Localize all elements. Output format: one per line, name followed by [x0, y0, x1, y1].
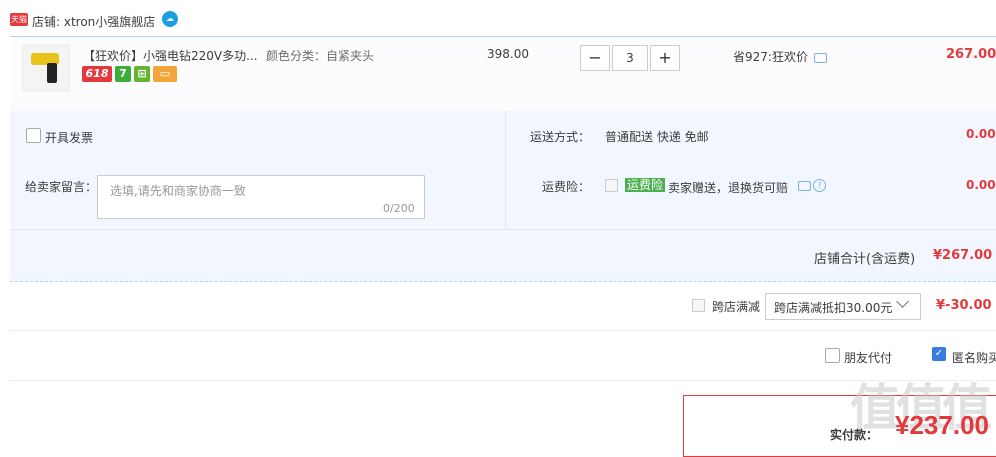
section-divider	[10, 330, 996, 331]
insurance-text: 卖家赠送，退换货可赔	[668, 181, 789, 195]
cross-store-checkbox	[692, 299, 705, 312]
qty-increase-button[interactable]: +	[650, 45, 680, 71]
shipping-method: 普通配送 快递 免邮	[605, 130, 709, 144]
seller-message-label: 给卖家留言：	[25, 180, 98, 194]
unit-price: 398.00	[487, 47, 529, 61]
item-subtotal: 267.00	[946, 47, 996, 62]
anonymous-buy-checkbox[interactable]: ✓	[932, 347, 946, 361]
cross-store-discount: ¥-30.00	[936, 298, 992, 313]
panel-divider	[505, 111, 506, 229]
insurance-fee: 0.00	[966, 178, 996, 192]
shop-total: ¥267.00	[933, 248, 993, 263]
tmall-logo: 天猫	[10, 13, 28, 26]
product-title[interactable]: 【狂欢价】小强电钻220V多功...	[83, 47, 258, 64]
cross-store-select-value: 跨店满减抵扣30.00元	[774, 301, 893, 315]
section-divider	[10, 380, 996, 381]
seller-message-placeholder: 选填,请先和商家协商一致	[110, 184, 246, 198]
promo-text: 省927:狂欢价	[733, 50, 808, 64]
badge-618-icon: 618	[82, 66, 112, 82]
badge-7day-return-icon: 7	[115, 66, 131, 82]
anonymous-buy-label[interactable]: 匿名购买	[952, 349, 996, 366]
message-char-count: 0/200	[383, 202, 415, 215]
friend-pay-checkbox[interactable]	[825, 348, 840, 363]
panel-divider-horizontal	[10, 229, 996, 230]
qty-input[interactable]: 3	[612, 45, 648, 71]
qty-decrease-button[interactable]: −	[580, 45, 610, 71]
insurance-tag: 运费险	[625, 178, 666, 192]
insurance-icons: ?	[798, 178, 826, 192]
cross-store-label: 跨店满减	[712, 300, 761, 314]
shipping-fee: 0.00	[966, 127, 996, 141]
invoice-label[interactable]: 开具发票	[45, 129, 93, 146]
insurance-checkbox	[605, 179, 618, 192]
insurance-label: 运费险：	[542, 180, 591, 194]
friend-pay-label[interactable]: 朋友代付	[844, 349, 892, 366]
payment-label: 实付款：	[830, 428, 879, 442]
payment-total: ¥237.00	[895, 410, 989, 440]
shipping-label: 运送方式：	[530, 130, 591, 144]
drill-handle-shape	[47, 63, 57, 83]
badge-card-icon: ▭	[153, 66, 177, 82]
quantity-stepper: −3 +	[580, 45, 680, 71]
promo-info: 省927:狂欢价	[733, 48, 827, 65]
insurance-help-icon[interactable]: ?	[813, 179, 826, 192]
wangwang-chat-icon[interactable]: ☁	[162, 11, 178, 27]
badge-guarantee-icon: ⊞	[134, 66, 150, 82]
shop-total-label: 店铺合计(含运费)	[814, 252, 916, 267]
product-badges: 618 7 ⊞ ▭	[82, 66, 180, 82]
invoice-checkbox[interactable]	[26, 128, 41, 143]
promo-detail-icon[interactable]	[813, 52, 827, 63]
insurance-chat-icon[interactable]	[798, 180, 811, 191]
shop-name[interactable]: 店铺: xtron小强旗舰店	[32, 13, 155, 30]
product-sku: 颜色分类：自紧夹头	[266, 49, 375, 63]
product-thumbnail[interactable]	[22, 44, 70, 92]
